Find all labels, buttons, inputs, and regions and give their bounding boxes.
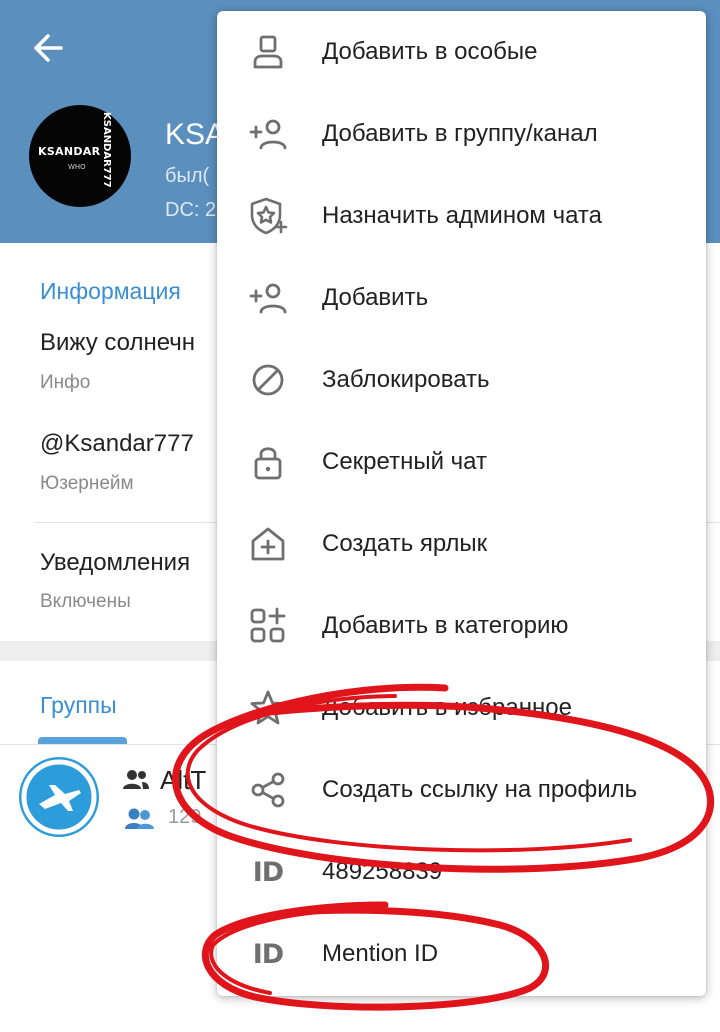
menu-item-create-shortcut[interactable]: Создать ярлык <box>217 503 706 585</box>
tab-groups[interactable]: Группы <box>40 692 117 719</box>
group-avatar[interactable] <box>19 757 99 837</box>
id-icon: ID <box>246 932 290 976</box>
bio-value[interactable]: Вижу солнечн <box>40 329 195 357</box>
menu-item-block[interactable]: Заблокировать <box>217 339 706 421</box>
menu-item-user-id[interactable]: ID 489258839 <box>217 831 706 913</box>
lock-icon <box>246 440 290 484</box>
id-icon-text: ID <box>252 938 284 970</box>
menu-item-add-to-group[interactable]: Добавить в группу/канал <box>217 93 706 175</box>
back-button[interactable] <box>28 28 68 68</box>
menu-item-add-to-category[interactable]: Добавить в категорию <box>217 585 706 667</box>
id-icon: ID <box>246 850 290 894</box>
menu-item-label: Заблокировать <box>322 366 490 393</box>
profile-dc: DC: 2 <box>165 199 217 221</box>
menu-item-label: Добавить <box>322 284 429 311</box>
arrow-left-icon <box>34 34 63 62</box>
menu-item-add-contact[interactable]: Добавить <box>217 257 706 339</box>
avatar-text: KSANDAR <box>38 145 101 158</box>
avatar-vertical-text: KSANDAR777 <box>101 112 112 188</box>
add-category-icon <box>246 604 290 648</box>
add-person-icon <box>246 276 290 320</box>
menu-item-share-profile-link[interactable]: Создать ссылку на профиль <box>217 749 706 831</box>
add-person-icon <box>246 112 290 156</box>
block-icon <box>246 358 290 402</box>
menu-item-mention-id[interactable]: ID Mention ID <box>217 913 706 995</box>
menu-item-add-to-favorites-contacts[interactable]: Добавить в особые <box>217 11 706 93</box>
profile-status: был( <box>165 165 210 187</box>
menu-item-label: Назначить админом чата <box>322 202 602 229</box>
menu-item-secret-chat[interactable]: Секретный чат <box>217 421 706 503</box>
menu-item-add-to-favorites[interactable]: Добавить в избранное <box>217 667 706 749</box>
group-members-count: 129 <box>168 806 202 828</box>
avatar-subtext: WHO <box>68 163 86 171</box>
notifications-label: Включены <box>40 591 131 612</box>
menu-item-label: Добавить в категорию <box>322 612 569 639</box>
profile-options-menu: Добавить в особые Добавить в группу/кана… <box>217 11 706 996</box>
username-label: Юзернейм <box>40 473 134 494</box>
members-icon <box>125 808 154 829</box>
username-value[interactable]: @Ksandar777 <box>40 430 194 458</box>
share-icon <box>246 768 290 812</box>
menu-item-label: Создать ярлык <box>322 530 488 557</box>
menu-item-label: Создать ссылку на профиль <box>322 776 638 803</box>
menu-item-label: Секретный чат <box>322 448 487 475</box>
info-section-title: Информация <box>40 278 181 304</box>
group-icon <box>123 770 149 789</box>
person-icon <box>246 30 290 74</box>
group-name[interactable]: AltT <box>160 765 206 796</box>
menu-item-label: Mention ID <box>322 940 439 967</box>
menu-item-label: Добавить в избранное <box>322 694 572 721</box>
menu-item-label: 489258839 <box>322 858 443 885</box>
menu-item-make-admin[interactable]: Назначить админом чата <box>217 175 706 257</box>
bio-label: Инфо <box>40 372 91 393</box>
menu-item-label: Добавить в группу/канал <box>322 120 598 147</box>
id-icon-text: ID <box>252 856 284 888</box>
notifications-value[interactable]: Уведомления <box>40 549 190 577</box>
star-icon <box>246 686 290 730</box>
menu-item-label: Добавить в особые <box>322 38 538 65</box>
shield-star-icon <box>246 194 290 238</box>
jet-icon <box>21 759 97 835</box>
add-shortcut-icon <box>246 522 290 566</box>
